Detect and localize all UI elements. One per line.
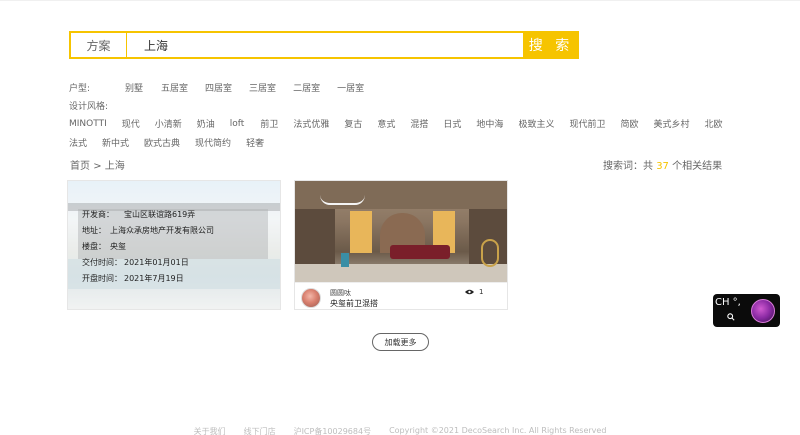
room-sofa: [390, 245, 450, 259]
style-item[interactable]: 法式优雅: [293, 117, 329, 130]
property-card[interactable]: 开发商： 宝山区联谊路619弄 地址： 上海众承房地产开发有限公司 楼盘： 央玺…: [67, 180, 281, 310]
house-type-filter: 户型: 别墅 五居室 四居室 三居室 二居室 一居室: [69, 81, 364, 94]
house-type-two[interactable]: 二居室: [293, 81, 320, 94]
author-name[interactable]: 圆圆呔: [330, 288, 351, 298]
developer-label: 开发商：: [82, 210, 114, 219]
style-item[interactable]: 现代简约: [195, 136, 231, 149]
room-ring-decor: [481, 239, 499, 267]
room-floor: [295, 264, 507, 282]
style-item[interactable]: 意式: [377, 117, 395, 130]
avatar[interactable]: [301, 288, 321, 308]
opening-label: 开盘时间：: [82, 274, 122, 283]
address-label: 地址：: [82, 226, 106, 235]
style-item[interactable]: 轻奢: [246, 136, 264, 149]
building-value: 央玺: [110, 242, 126, 251]
room-stool: [341, 253, 349, 267]
building-row: 楼盘： 央玺: [82, 239, 214, 255]
result-suffix: 个相关结果: [672, 161, 723, 172]
style-item[interactable]: loft: [230, 119, 245, 129]
search-button[interactable]: 搜 索: [523, 31, 579, 59]
style-item[interactable]: 简欧: [620, 117, 638, 130]
style-item[interactable]: 极致主义: [518, 117, 554, 130]
style-item[interactable]: 欧式古典: [144, 136, 180, 149]
design-title[interactable]: 央玺前卫混搭: [330, 298, 378, 309]
search-type-selector[interactable]: 方案: [71, 33, 127, 57]
style-item[interactable]: 北欧: [705, 117, 723, 130]
opening-row: 开盘时间： 2021年7月19日: [82, 271, 214, 287]
style-item[interactable]: MINOTTI: [69, 119, 107, 129]
developer-value: 宝山区联谊路619弄: [124, 210, 196, 219]
house-type-label: 户型:: [69, 84, 91, 94]
style-label-row: 设计风格:: [69, 99, 108, 112]
search-input[interactable]: [127, 33, 523, 57]
room-chandelier: [320, 195, 365, 205]
search-bar: 方案 搜 索: [69, 31, 579, 59]
style-item[interactable]: 复古: [344, 117, 362, 130]
design-card[interactable]: 圆圆呔 央玺前卫混搭 1: [294, 180, 508, 310]
style-item[interactable]: 小清新: [155, 117, 182, 130]
property-info: 开发商： 宝山区联谊路619弄 地址： 上海众承房地产开发有限公司 楼盘： 央玺…: [82, 207, 214, 287]
style-item[interactable]: 奶油: [197, 117, 215, 130]
result-summary: 搜索词：共 37 个相关结果: [603, 157, 722, 172]
style-item[interactable]: 前卫: [260, 117, 278, 130]
style-item[interactable]: 法式: [69, 136, 87, 149]
design-image: [295, 181, 507, 282]
floating-assistant-widget[interactable]: CH °,: [713, 294, 780, 327]
footer: 关于我们 线下门店 沪ICP备10029684号 Copyright ©2021…: [0, 426, 800, 435]
house-type-villa[interactable]: 别墅: [125, 81, 143, 94]
opening-value: 2021年7月19日: [124, 274, 184, 283]
breadcrumb-home[interactable]: 首页: [70, 161, 90, 172]
style-label: 设计风格:: [69, 102, 109, 112]
footer-about-link[interactable]: 关于我们: [194, 426, 226, 435]
style-filter-row-1: MINOTTI 现代 小清新 奶油 loft 前卫 法式优雅 复古 意式 混搭 …: [69, 117, 723, 131]
address-row: 地址： 上海众承房地产开发有限公司: [82, 223, 214, 239]
design-card-footer: 圆圆呔 央玺前卫混搭 1: [295, 282, 507, 309]
house-type-four[interactable]: 四居室: [205, 81, 232, 94]
style-filter-row-2: 法式 新中式 欧式古典 现代简约 轻奢: [69, 136, 264, 149]
style-item[interactable]: 现代: [122, 117, 140, 130]
delivery-value: 2021年01月01日: [124, 258, 189, 267]
developer-row: 开发商： 宝山区联谊路619弄: [82, 207, 214, 223]
top-divider: [0, 0, 800, 1]
address-value: 上海众承房地产开发有限公司: [110, 226, 214, 235]
breadcrumb: 首页 > 上海: [70, 157, 125, 172]
house-type-three[interactable]: 三居室: [249, 81, 276, 94]
language-indicator: CH °,: [715, 297, 741, 308]
style-item[interactable]: 美式乡村: [653, 117, 689, 130]
load-more-button[interactable]: 加载更多: [372, 333, 429, 351]
delivery-row: 交付时间： 2021年01月01日: [82, 255, 214, 271]
result-count: 37: [656, 161, 669, 172]
breadcrumb-current: 上海: [104, 161, 125, 172]
assistant-orb-icon[interactable]: [751, 299, 775, 323]
footer-copyright: Copyright ©2021 DecoSearch Inc. All Righ…: [389, 426, 607, 435]
room-window-left: [350, 211, 372, 253]
house-type-one[interactable]: 一居室: [337, 81, 364, 94]
footer-store-link[interactable]: 线下门店: [244, 426, 276, 435]
breadcrumb-separator: >: [93, 161, 102, 172]
view-count: 1: [465, 288, 483, 296]
style-item[interactable]: 混搭: [410, 117, 428, 130]
style-item[interactable]: 新中式: [102, 136, 129, 149]
eye-icon: [465, 289, 474, 295]
room-wall-left: [295, 209, 335, 264]
result-prefix: 搜索词：共: [603, 161, 653, 172]
style-item[interactable]: 地中海: [476, 117, 503, 130]
footer-icp[interactable]: 沪ICP备10029684号: [294, 426, 372, 435]
view-count-value: 1: [479, 288, 484, 296]
building-label: 楼盘：: [82, 242, 106, 251]
style-item[interactable]: 日式: [443, 117, 461, 130]
style-item[interactable]: 现代前卫: [569, 117, 605, 130]
delivery-label: 交付时间：: [82, 258, 122, 267]
house-type-five[interactable]: 五居室: [161, 81, 188, 94]
search-icon[interactable]: [727, 313, 735, 321]
